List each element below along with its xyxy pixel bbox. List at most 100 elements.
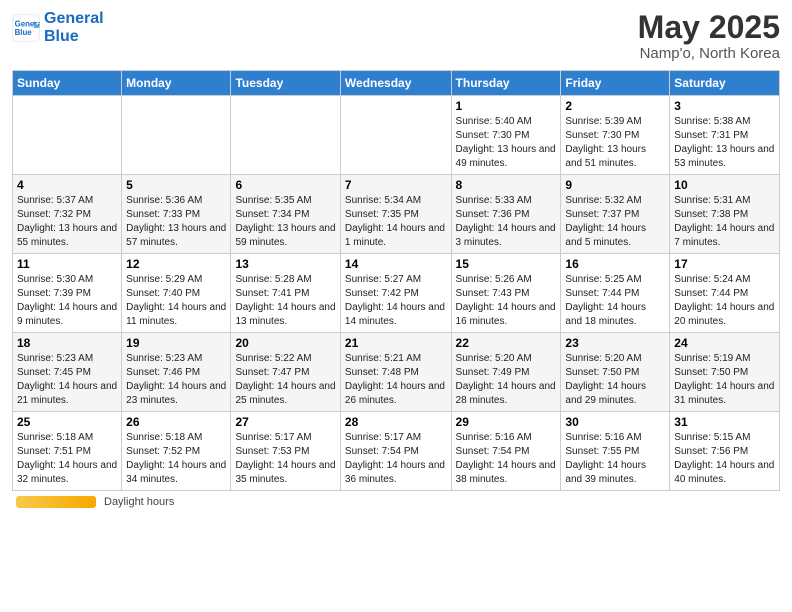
day-info: Sunrise: 5:27 AM Sunset: 7:42 PM Dayligh… (345, 273, 447, 329)
calendar-cell: 20Sunrise: 5:22 AM Sunset: 7:47 PM Dayli… (231, 333, 340, 412)
day-info: Sunrise: 5:39 AM Sunset: 7:30 PM Dayligh… (565, 115, 665, 171)
day-number: 7 (345, 178, 447, 192)
calendar-cell: 2Sunrise: 5:39 AM Sunset: 7:30 PM Daylig… (561, 96, 670, 175)
day-info: Sunrise: 5:32 AM Sunset: 7:37 PM Dayligh… (565, 194, 665, 250)
day-number: 15 (456, 257, 557, 271)
logo: General Blue GeneralBlue (12, 10, 104, 45)
calendar-cell: 1 Sunrise: 5:40 AM Sunset: 7:30 PM Daylig… (451, 96, 561, 175)
calendar-cell: 19 Sunrise: 5:23 AM Sunset: 7:46 PM Dayli… (122, 333, 231, 412)
day-info: Sunrise: 5:16 AM Sunset: 7:54 PM Dayligh… (456, 431, 557, 487)
day-info: Sunrise: 5:15 AM Sunset: 7:56 PM Dayligh… (674, 431, 775, 487)
svg-text:Blue: Blue (15, 28, 33, 37)
calendar-cell: 30 Sunrise: 5:16 AM Sunset: 7:55 PM Dayli… (561, 412, 670, 491)
calendar-week-1: 4Sunrise: 5:37 AM Sunset: 7:32 PM Daylig… (13, 175, 780, 254)
day-info: Sunrise: 5:30 AM Sunset: 7:39 PM Dayligh… (17, 273, 117, 329)
day-number: 4 (17, 178, 117, 192)
day-number: 14 (345, 257, 447, 271)
calendar-week-4: 25 Sunrise: 5:18 AM Sunset: 7:51 PM Dayli… (13, 412, 780, 491)
day-info: Sunrise: 5:23 AM Sunset: 7:45 PM Dayligh… (17, 352, 117, 408)
day-number: 19 (126, 336, 226, 350)
calendar-cell: 26Sunrise: 5:18 AM Sunset: 7:52 PM Dayli… (122, 412, 231, 491)
calendar-cell: 5Sunrise: 5:36 AM Sunset: 7:33 PM Daylig… (122, 175, 231, 254)
day-info: Sunrise: 5:17 AM Sunset: 7:54 PM Dayligh… (345, 431, 447, 487)
calendar-cell: 9 Sunrise: 5:32 AM Sunset: 7:37 PM Daylig… (561, 175, 670, 254)
logo-icon: General Blue (12, 14, 40, 42)
calendar-cell: 18 Sunrise: 5:23 AM Sunset: 7:45 PM Dayli… (13, 333, 122, 412)
day-number: 11 (17, 257, 117, 271)
main-container: General Blue GeneralBlue May 2025 Namp'o… (0, 0, 792, 516)
calendar-cell: 11 Sunrise: 5:30 AM Sunset: 7:39 PM Dayli… (13, 254, 122, 333)
day-number: 22 (456, 336, 557, 350)
day-number: 9 (565, 178, 665, 192)
col-friday: Friday (561, 71, 670, 96)
day-number: 16 (565, 257, 665, 271)
calendar-cell: 12 Sunrise: 5:29 AM Sunset: 7:40 PM Dayli… (122, 254, 231, 333)
day-number: 21 (345, 336, 447, 350)
calendar-cell: 25 Sunrise: 5:18 AM Sunset: 7:51 PM Dayli… (13, 412, 122, 491)
day-number: 10 (674, 178, 775, 192)
day-info: Sunrise: 5:17 AM Sunset: 7:53 PM Dayligh… (235, 431, 335, 487)
calendar-subtitle: Namp'o, North Korea (638, 45, 780, 62)
day-number: 18 (17, 336, 117, 350)
day-number: 23 (565, 336, 665, 350)
day-info: Sunrise: 5:40 AM Sunset: 7:30 PM Dayligh… (456, 115, 557, 171)
col-sunday: Sunday (13, 71, 122, 96)
day-info: Sunrise: 5:33 AM Sunset: 7:36 PM Dayligh… (456, 194, 557, 250)
calendar-cell (231, 96, 340, 175)
day-info: Sunrise: 5:35 AM Sunset: 7:34 PM Dayligh… (235, 194, 335, 250)
logo-text: GeneralBlue (44, 10, 104, 45)
calendar-cell: 24Sunrise: 5:19 AM Sunset: 7:50 PM Dayli… (670, 333, 780, 412)
day-info: Sunrise: 5:28 AM Sunset: 7:41 PM Dayligh… (235, 273, 335, 329)
calendar-cell: 28Sunrise: 5:17 AM Sunset: 7:54 PM Dayli… (340, 412, 451, 491)
calendar-cell: 8 Sunrise: 5:33 AM Sunset: 7:36 PM Daylig… (451, 175, 561, 254)
day-info: Sunrise: 5:24 AM Sunset: 7:44 PM Dayligh… (674, 273, 775, 329)
calendar-title: May 2025 (638, 10, 780, 45)
day-info: Sunrise: 5:25 AM Sunset: 7:44 PM Dayligh… (565, 273, 665, 329)
day-number: 30 (565, 415, 665, 429)
footer: Daylight hours (12, 496, 780, 508)
day-number: 3 (674, 99, 775, 113)
calendar-table: Sunday Monday Tuesday Wednesday Thursday… (12, 70, 780, 491)
col-tuesday: Tuesday (231, 71, 340, 96)
header-row: Sunday Monday Tuesday Wednesday Thursday… (13, 71, 780, 96)
daylight-bar-icon (16, 496, 96, 508)
day-number: 13 (235, 257, 335, 271)
day-number: 29 (456, 415, 557, 429)
calendar-cell: 15Sunrise: 5:26 AM Sunset: 7:43 PM Dayli… (451, 254, 561, 333)
day-info: Sunrise: 5:21 AM Sunset: 7:48 PM Dayligh… (345, 352, 447, 408)
calendar-cell: 3 Sunrise: 5:38 AM Sunset: 7:31 PM Daylig… (670, 96, 780, 175)
day-info: Sunrise: 5:16 AM Sunset: 7:55 PM Dayligh… (565, 431, 665, 487)
day-number: 12 (126, 257, 226, 271)
calendar-cell: 27Sunrise: 5:17 AM Sunset: 7:53 PM Dayli… (231, 412, 340, 491)
day-number: 6 (235, 178, 335, 192)
day-info: Sunrise: 5:18 AM Sunset: 7:51 PM Dayligh… (17, 431, 117, 487)
day-info: Sunrise: 5:36 AM Sunset: 7:33 PM Dayligh… (126, 194, 226, 250)
day-info: Sunrise: 5:38 AM Sunset: 7:31 PM Dayligh… (674, 115, 775, 171)
day-number: 25 (17, 415, 117, 429)
calendar-cell: 14 Sunrise: 5:27 AM Sunset: 7:42 PM Dayli… (340, 254, 451, 333)
calendar-cell: 10 Sunrise: 5:31 AM Sunset: 7:38 PM Dayli… (670, 175, 780, 254)
calendar-cell (13, 96, 122, 175)
day-number: 17 (674, 257, 775, 271)
day-info: Sunrise: 5:34 AM Sunset: 7:35 PM Dayligh… (345, 194, 447, 250)
calendar-cell: 16 Sunrise: 5:25 AM Sunset: 7:44 PM Dayli… (561, 254, 670, 333)
col-monday: Monday (122, 71, 231, 96)
day-info: Sunrise: 5:31 AM Sunset: 7:38 PM Dayligh… (674, 194, 775, 250)
calendar-cell: 6 Sunrise: 5:35 AM Sunset: 7:34 PM Daylig… (231, 175, 340, 254)
calendar-cell (122, 96, 231, 175)
calendar-cell (340, 96, 451, 175)
day-info: Sunrise: 5:20 AM Sunset: 7:50 PM Dayligh… (565, 352, 665, 408)
day-info: Sunrise: 5:29 AM Sunset: 7:40 PM Dayligh… (126, 273, 226, 329)
col-thursday: Thursday (451, 71, 561, 96)
header: General Blue GeneralBlue May 2025 Namp'o… (12, 10, 780, 62)
day-info: Sunrise: 5:18 AM Sunset: 7:52 PM Dayligh… (126, 431, 226, 487)
day-info: Sunrise: 5:19 AM Sunset: 7:50 PM Dayligh… (674, 352, 775, 408)
calendar-cell: 23 Sunrise: 5:20 AM Sunset: 7:50 PM Dayli… (561, 333, 670, 412)
day-number: 8 (456, 178, 557, 192)
col-saturday: Saturday (670, 71, 780, 96)
title-block: May 2025 Namp'o, North Korea (638, 10, 780, 62)
day-info: Sunrise: 5:23 AM Sunset: 7:46 PM Dayligh… (126, 352, 226, 408)
daylight-label: Daylight hours (104, 496, 174, 508)
calendar-cell: 17 Sunrise: 5:24 AM Sunset: 7:44 PM Dayli… (670, 254, 780, 333)
day-number: 1 (456, 99, 557, 113)
